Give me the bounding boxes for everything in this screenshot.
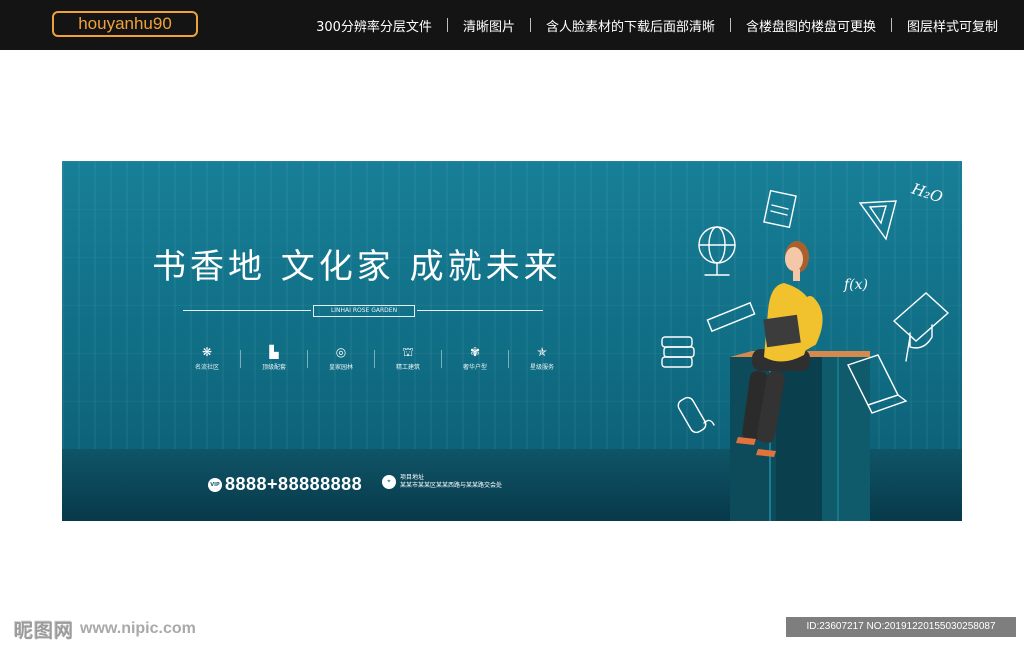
top-bar: houyanhu90 300分辨率分层文件 清晰图片 含人脸素材的下载后面部清晰… <box>0 0 1024 50</box>
graduation-cap-icon <box>892 292 950 362</box>
nav-divider <box>729 18 731 32</box>
watermark-logo: 昵图网 <box>14 620 75 642</box>
scroll-icon <box>677 396 715 434</box>
feature-nav: 300分辨率分层文件 清晰图片 含人脸素材的下载后面部清晰 含楼盘图的楼盘可更换… <box>316 0 998 50</box>
nav-item-clear-image[interactable]: 清晰图片 <box>463 16 515 35</box>
real-estate-banner: 书香地 文化家 成就未来 LINHAI ROSE GARDEN ❋ 名流社区 ▙… <box>62 161 962 521</box>
set-square-icon <box>858 200 897 241</box>
nav-divider <box>890 18 892 32</box>
watermark-url: www.nipic.com <box>80 620 196 637</box>
nav-item-layer-style[interactable]: 图层样式可复制 <box>907 16 998 35</box>
nav-divider <box>529 18 531 32</box>
nav-divider <box>446 18 448 32</box>
nav-item-face-material[interactable]: 含人脸素材的下载后面部清晰 <box>546 16 715 35</box>
ruler-icon <box>706 301 756 333</box>
globe-icon <box>698 226 736 276</box>
notebook-icon <box>763 189 797 229</box>
books-stack-icon <box>661 336 695 368</box>
nav-item-resolution[interactable]: 300分辨率分层文件 <box>316 16 432 35</box>
nav-item-replaceable-building[interactable]: 含楼盘图的楼盘可更换 <box>746 16 876 35</box>
image-id-label: ID:23607217 NO:20191220155030258087 <box>786 617 1016 637</box>
reading-girl-illustration: H₂O f(x) <box>661 179 950 521</box>
h2o-doodle: H₂O <box>909 179 945 206</box>
fx-doodle: f(x) <box>843 277 868 293</box>
author-badge[interactable]: houyanhu90 <box>52 11 198 37</box>
